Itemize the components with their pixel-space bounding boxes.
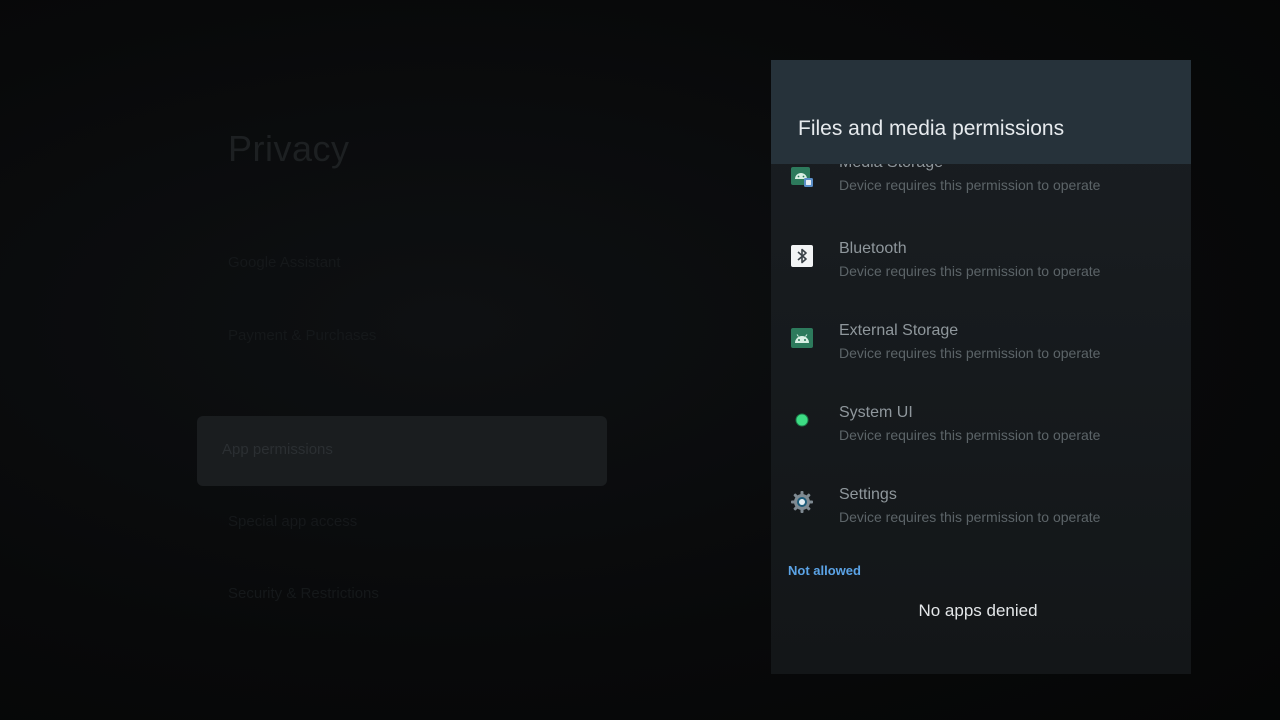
menu-item-payment[interactable]: Payment & Purchases [228,327,376,344]
permission-description: Device requires this permission to opera… [839,263,1101,279]
permission-name: System UI [839,404,913,421]
permission-item-external-storage[interactable]: External Storage Device requires this pe… [771,322,1191,386]
green-dot-icon [790,408,814,432]
permission-item-settings[interactable]: Settings Device requires this permission… [771,486,1191,550]
permission-name: External Storage [839,322,959,339]
permissions-panel: Files and media permissions Media Storag… [771,60,1191,674]
android-media-icon [790,164,814,188]
permission-description: Device requires this permission to opera… [839,345,1101,361]
permission-description: Device requires this permission to opera… [839,427,1101,443]
panel-title: Files and media permissions [798,117,1065,140]
permission-description: Device requires this permission to opera… [839,509,1101,525]
page-title: Privacy [228,128,350,169]
panel-header: Files and media permissions [771,60,1191,164]
tv-settings-screen: Privacy Google Assistant Payment & Purch… [0,0,1280,720]
privacy-menu: Privacy Google Assistant Payment & Purch… [0,0,760,720]
permission-name: Bluetooth [839,240,907,257]
gear-icon [790,490,814,514]
menu-item-special-app-access[interactable]: Special app access [228,513,357,530]
menu-item-security[interactable]: Security & Restrictions [228,585,379,602]
empty-state-text: No apps denied [918,601,1038,620]
bluetooth-icon [790,244,814,268]
permission-item-system-ui[interactable]: System UI Device requires this permissio… [771,404,1191,468]
android-icon [790,326,814,350]
permission-item-media-storage[interactable]: Media Storage Device requires this permi… [771,154,1191,224]
permission-description: Device requires this permission to opera… [839,177,1101,193]
not-allowed-section-label: Not allowed [788,563,861,578]
menu-item-app-permissions[interactable]: App permissions [222,441,333,458]
permission-item-bluetooth[interactable]: Bluetooth Device requires this permissio… [771,240,1191,304]
menu-item-google-assistant[interactable]: Google Assistant [228,254,341,271]
permission-name: Settings [839,486,897,503]
